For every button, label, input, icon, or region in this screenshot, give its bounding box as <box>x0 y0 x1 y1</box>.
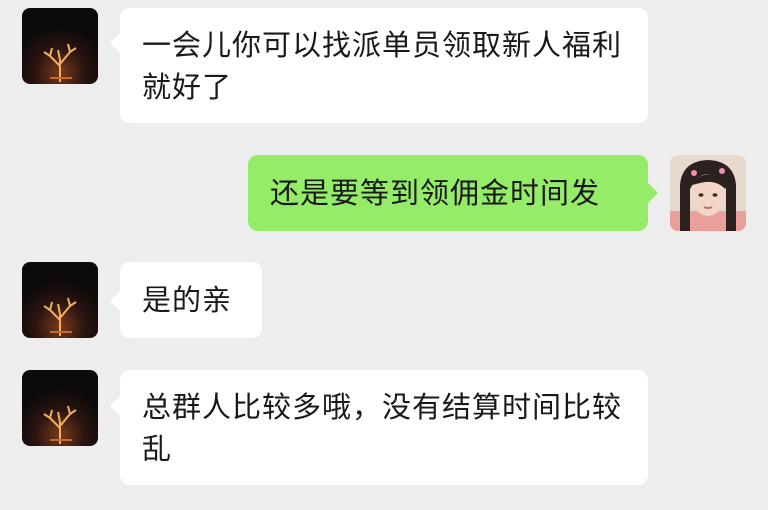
message-bubble[interactable]: 总群人比较多哦，没有结算时间比较乱 <box>120 370 648 485</box>
message-row-outgoing: 还是要等到领佣金时间发 <box>0 145 768 245</box>
user-avatar[interactable] <box>670 155 746 231</box>
contact-avatar[interactable] <box>22 370 98 446</box>
message-row-incoming: 总群人比较多哦，没有结算时间比较乱 <box>0 362 768 510</box>
bubble-tail <box>110 33 120 53</box>
message-bubble[interactable]: 是的亲 <box>120 262 262 338</box>
message-bubble[interactable]: 还是要等到领佣金时间发 <box>248 155 648 231</box>
bubble-tail <box>110 396 120 416</box>
night-tree-avatar-icon <box>22 370 98 446</box>
girl-photo-avatar-icon <box>670 155 746 231</box>
contact-avatar[interactable] <box>22 8 98 84</box>
night-tree-avatar-icon <box>22 262 98 338</box>
night-tree-avatar-icon <box>22 8 98 84</box>
bubble-tail <box>110 291 120 311</box>
contact-avatar[interactable] <box>22 262 98 338</box>
bubble-tail <box>648 183 658 203</box>
message-bubble[interactable]: 一会儿你可以找派单员领取新人福利就好了 <box>120 8 648 123</box>
message-row-incoming: 是的亲 <box>0 255 768 355</box>
message-row-incoming: 一会儿你可以找派单员领取新人福利就好了 <box>0 0 768 130</box>
